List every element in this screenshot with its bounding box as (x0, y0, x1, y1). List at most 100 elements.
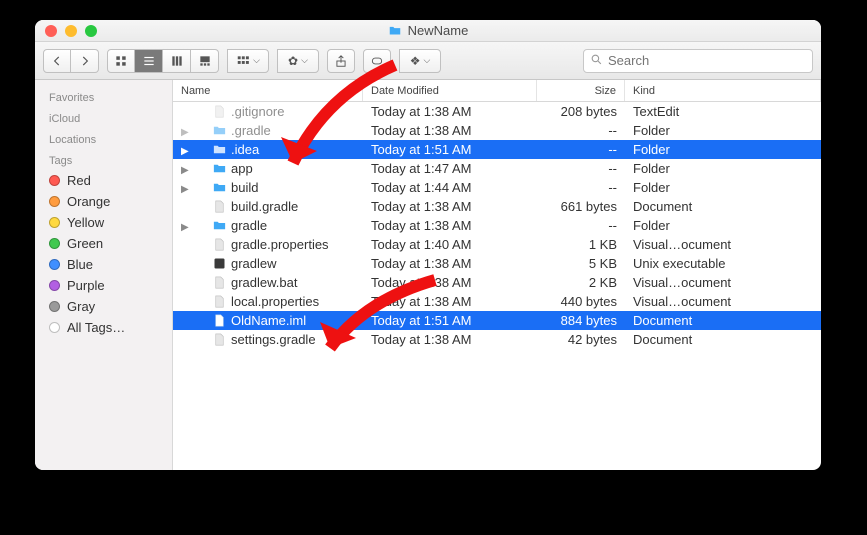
table-row[interactable]: settings.gradleToday at 1:38 AM42 bytesD… (173, 330, 821, 349)
column-header-size[interactable]: Size (537, 80, 625, 101)
sidebar-item-label: Gray (67, 299, 95, 314)
file-name: .gitignore (231, 104, 284, 119)
file-kind: Visual…ocument (625, 275, 821, 290)
sidebar-tag-gray[interactable]: Gray (35, 296, 172, 317)
minimize-window-button[interactable] (65, 25, 77, 37)
column-header-kind[interactable]: Kind (625, 80, 821, 101)
file-kind: Document (625, 332, 821, 347)
sidebar-section-favorites[interactable]: Favorites (35, 86, 172, 107)
sidebar-section-locations[interactable]: Locations (35, 128, 172, 149)
table-row[interactable]: .gitignoreToday at 1:38 AM208 bytesTextE… (173, 102, 821, 121)
sort-ascending-icon: ⌃ (346, 85, 354, 96)
sidebar-item-label: Blue (67, 257, 93, 272)
window-title: NewName (35, 23, 821, 38)
tag-dot-icon (49, 175, 60, 186)
table-row[interactable]: gradlewToday at 1:38 AM5 KBUnix executab… (173, 254, 821, 273)
disclosure-triangle-icon[interactable]: ▶ (181, 184, 189, 195)
file-date: Today at 1:38 AM (363, 332, 537, 347)
sidebar-tag-red[interactable]: Red (35, 170, 172, 191)
file-name: build (231, 180, 258, 195)
dropbox-icon: ❖ (410, 54, 421, 68)
action-button[interactable]: ✿ ⌵ (277, 49, 319, 73)
table-row[interactable]: ▶.ideaToday at 1:51 AM--Folder (173, 140, 821, 159)
file-name: gradlew.bat (231, 275, 298, 290)
finder-window: NewName ⌵ ✿ ⌵ (35, 20, 821, 470)
column-header-name[interactable]: Name⌃ (173, 80, 363, 101)
nav-buttons (43, 49, 99, 73)
file-date: Today at 1:47 AM (363, 161, 537, 176)
view-mode-buttons (107, 49, 219, 73)
document-icon (212, 199, 227, 214)
sidebar-tag-purple[interactable]: Purple (35, 275, 172, 296)
file-date: Today at 1:51 AM (363, 142, 537, 157)
file-date: Today at 1:51 AM (363, 313, 537, 328)
sidebar-section-tags[interactable]: Tags (35, 149, 172, 170)
file-kind: Folder (625, 180, 821, 195)
file-name: local.properties (231, 294, 319, 309)
window-controls (35, 25, 97, 37)
file-name: app (231, 161, 253, 176)
disclosure-triangle-icon[interactable]: ▶ (181, 222, 189, 233)
table-row[interactable]: gradlew.batToday at 1:38 AM2 KBVisual…oc… (173, 273, 821, 292)
search-icon (590, 53, 603, 69)
file-date: Today at 1:38 AM (363, 123, 537, 138)
tag-dot-icon (49, 280, 60, 291)
file-name: .idea (231, 142, 259, 157)
file-kind: Folder (625, 161, 821, 176)
sidebar-tag-green[interactable]: Green (35, 233, 172, 254)
close-window-button[interactable] (45, 25, 57, 37)
table-row[interactable]: gradle.propertiesToday at 1:40 AM1 KBVis… (173, 235, 821, 254)
back-button[interactable] (43, 49, 71, 73)
table-row[interactable]: local.propertiesToday at 1:38 AM440 byte… (173, 292, 821, 311)
chevron-down-icon: ⌵ (301, 55, 308, 66)
sidebar-tag-yellow[interactable]: Yellow (35, 212, 172, 233)
table-row[interactable]: ▶buildToday at 1:44 AM--Folder (173, 178, 821, 197)
share-button[interactable] (327, 49, 355, 73)
file-size: -- (537, 218, 625, 233)
chevron-down-icon: ⌵ (423, 55, 430, 66)
document-icon (212, 237, 227, 252)
sidebar-item-label: Red (67, 173, 91, 188)
search-field[interactable] (583, 49, 813, 73)
table-row[interactable]: ▶appToday at 1:47 AM--Folder (173, 159, 821, 178)
file-kind: Folder (625, 142, 821, 157)
table-row[interactable]: build.gradleToday at 1:38 AM661 bytesDoc… (173, 197, 821, 216)
tags-button[interactable] (363, 49, 391, 73)
forward-button[interactable] (71, 49, 99, 73)
file-size: 884 bytes (537, 313, 625, 328)
document-icon (212, 104, 227, 119)
file-kind: Document (625, 313, 821, 328)
list-view-button[interactable] (135, 49, 163, 73)
column-view-button[interactable] (163, 49, 191, 73)
document-icon (212, 275, 227, 290)
folder-icon (212, 142, 227, 157)
chevron-down-icon: ⌵ (253, 55, 260, 66)
arrange-button[interactable]: ⌵ (227, 49, 269, 73)
disclosure-triangle-icon[interactable]: ▶ (181, 127, 189, 138)
disclosure-triangle-icon[interactable]: ▶ (181, 146, 189, 157)
titlebar: NewName (35, 20, 821, 42)
sidebar-section-icloud[interactable]: iCloud (35, 107, 172, 128)
column-header-date[interactable]: Date Modified (363, 80, 537, 101)
dropbox-button[interactable]: ❖ ⌵ (399, 49, 441, 73)
window-title-text: NewName (408, 23, 469, 38)
sidebar-tag-orange[interactable]: Orange (35, 191, 172, 212)
search-input[interactable] (608, 53, 806, 68)
disclosure-triangle-icon[interactable]: ▶ (181, 165, 189, 176)
icon-view-button[interactable] (107, 49, 135, 73)
zoom-window-button[interactable] (85, 25, 97, 37)
table-row[interactable]: ▶gradleToday at 1:38 AM--Folder (173, 216, 821, 235)
table-row[interactable]: ▶.gradleToday at 1:38 AM--Folder (173, 121, 821, 140)
gallery-view-button[interactable] (191, 49, 219, 73)
tag-dot-icon (49, 259, 60, 270)
file-name: gradlew (231, 256, 277, 271)
file-date: Today at 1:38 AM (363, 199, 537, 214)
file-rows: .gitignoreToday at 1:38 AM208 bytesTextE… (173, 102, 821, 470)
sidebar-item-label: Yellow (67, 215, 104, 230)
sidebar-tag-blue[interactable]: Blue (35, 254, 172, 275)
sidebar-all-tags[interactable]: All Tags… (35, 317, 172, 338)
table-row[interactable]: OldName.imlToday at 1:51 AM884 bytesDocu… (173, 311, 821, 330)
executable-icon (212, 256, 227, 271)
tag-all-icon (49, 322, 60, 333)
file-kind: Unix executable (625, 256, 821, 271)
